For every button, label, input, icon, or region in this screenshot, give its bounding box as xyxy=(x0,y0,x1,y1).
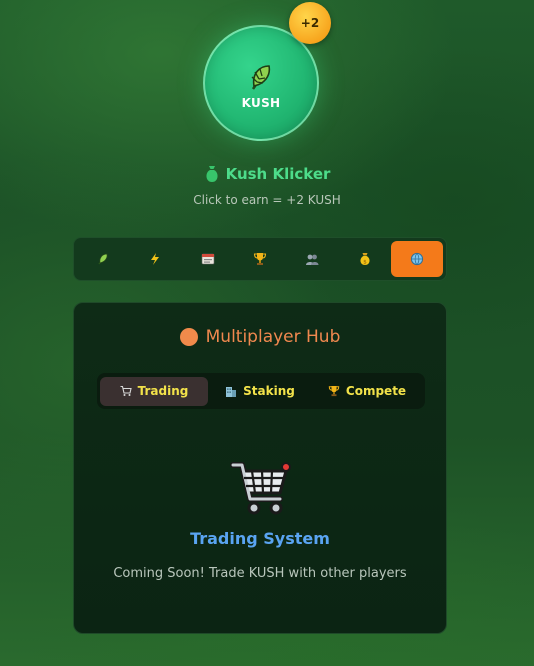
cart-icon xyxy=(120,385,132,396)
hub-title: Multiplayer Hub xyxy=(205,327,341,347)
dashboard-icon xyxy=(201,253,215,265)
leaf-icon xyxy=(251,65,271,90)
tab-multiplayer[interactable] xyxy=(390,241,443,277)
tab-compete-label: Compete xyxy=(345,384,407,398)
multiplayer-hub-panel: Multiplayer Hub Trading Staking Compete … xyxy=(73,302,447,634)
coin-label: KUSH xyxy=(241,96,281,110)
section-title: Trading System xyxy=(190,529,330,548)
trophy-icon xyxy=(253,253,267,265)
title-text: Kush Klicker xyxy=(225,165,331,183)
section-description: Coming Soon! Trade KUSH with other playe… xyxy=(113,566,407,581)
globe-icon xyxy=(410,252,423,266)
lightning-icon xyxy=(151,253,160,265)
tab-trading[interactable]: Trading xyxy=(100,376,208,406)
tab-stats[interactable] xyxy=(182,241,234,277)
tab-achievements[interactable] xyxy=(234,241,286,277)
tab-staking-label: Staking xyxy=(243,384,295,398)
game-title: Kush Klicker xyxy=(0,165,534,183)
hub-tabs: Trading Staking Compete xyxy=(97,373,425,409)
earn-subtitle: Click to earn = +2 KUSH xyxy=(193,193,341,207)
people-icon xyxy=(306,254,319,265)
tab-trading-label: Trading xyxy=(137,384,189,398)
tab-staking[interactable]: Staking xyxy=(208,377,312,406)
money-bag-icon xyxy=(206,166,218,182)
tab-compete[interactable]: Compete xyxy=(312,377,422,406)
tab-leaf[interactable] xyxy=(77,241,129,277)
trophy-icon xyxy=(328,386,340,397)
hub-header: Multiplayer Hub xyxy=(74,327,446,347)
main-nav: $ xyxy=(73,237,447,281)
tab-rewards[interactable]: $ xyxy=(338,241,390,277)
shopping-cart-icon xyxy=(230,462,291,515)
money-bag-icon: $ xyxy=(360,253,370,265)
bonus-badge: +2 xyxy=(289,2,331,44)
leaf-icon xyxy=(98,253,108,265)
building-icon xyxy=(226,387,237,397)
tab-upgrades[interactable] xyxy=(129,241,181,277)
orange-circle-icon xyxy=(179,328,198,346)
tab-social[interactable] xyxy=(286,241,338,277)
svg-text:$: $ xyxy=(363,259,367,265)
